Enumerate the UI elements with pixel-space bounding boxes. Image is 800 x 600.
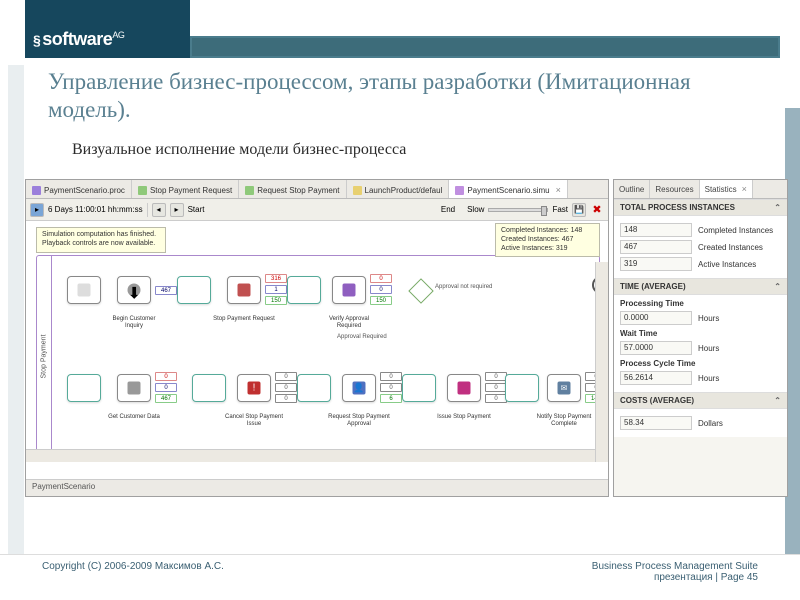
gateway-approval[interactable]	[408, 278, 433, 303]
chevron-up-icon: ⌃	[774, 203, 781, 212]
vertical-scrollbar[interactable]	[595, 262, 608, 462]
slide-header: §softwareAG	[0, 0, 800, 58]
side-tab-strip: Outline Resources Statistics×	[614, 180, 787, 199]
fast-label: Fast	[552, 205, 568, 214]
slide-title: Управление бизнес-процессом, этапы разра…	[48, 68, 752, 123]
processing-time-label: Processing Time	[620, 299, 781, 308]
copyright: Copyright (C) 2006-2009 Максимов А.С.	[42, 561, 224, 594]
close-icon[interactable]: ×	[556, 185, 561, 195]
slow-label: Slow	[467, 205, 484, 214]
stat-active: 319Active Instances	[620, 257, 781, 271]
wait-time-label: Wait Time	[620, 329, 781, 338]
step-verify-approval[interactable]: 0 0 150 Verify Approval Required	[332, 276, 366, 304]
simulation-toolbar: ▸ 6 Days 11:00:01 hh:mm:ss ◂ ▸ Start End…	[26, 199, 608, 221]
gateway-label-not-required: Approval not required	[435, 284, 492, 290]
stat-created: 467Created Instances	[620, 240, 781, 254]
step-progress-5[interactable]	[297, 374, 331, 402]
rewind-button[interactable]: ◂	[152, 203, 166, 217]
step-progress-7[interactable]	[505, 374, 539, 402]
animate-button[interactable]: ▸	[30, 203, 44, 217]
tab-launchproduct[interactable]: LaunchProduct/defaul	[347, 180, 450, 198]
stat-completed: 148Completed Instances	[620, 223, 781, 237]
tab-paymentscenario-proc[interactable]: PaymentScenario.proc	[26, 180, 132, 198]
step-begin-customer-inquiry[interactable]: ⬇ 467 Begin Customer Inquiry	[117, 276, 151, 304]
start-label: Start	[188, 205, 205, 214]
close-icon[interactable]: ×	[742, 184, 747, 194]
process-canvas[interactable]: Simulation computation has finished. Pla…	[26, 221, 608, 479]
tab-paymentscenario-simu[interactable]: PaymentScenario.simu×	[449, 180, 568, 198]
step-issue-stop-payment[interactable]: 0 0 0 Issue Stop Payment	[447, 374, 481, 402]
tooltip-sim-finished: Simulation computation has finished. Pla…	[36, 227, 166, 253]
stop-button[interactable]: ✖	[590, 203, 604, 217]
slide-left-stripe	[8, 65, 24, 556]
sim-clock: 6 Days 11:00:01 hh:mm:ss	[48, 205, 143, 214]
play-button[interactable]: ▸	[170, 203, 184, 217]
section-total-instances[interactable]: TOTAL PROCESS INSTANCES⌃	[614, 199, 787, 216]
step-cancel-stop-payment[interactable]: ! 0 0 0 Cancel Stop Payment Issue	[237, 374, 271, 402]
cycle-time-label: Process Cycle Time	[620, 359, 781, 368]
slide-footer: Copyright (C) 2006-2009 Максимов А.С. Bu…	[0, 554, 800, 600]
end-label: End	[441, 205, 455, 214]
save-button[interactable]: 💾	[572, 203, 586, 217]
pool-label: Stop Payment	[37, 256, 52, 456]
gateway-label-required: Approval Required	[337, 334, 387, 340]
speed-slider[interactable]	[488, 208, 548, 212]
step-notify-complete[interactable]: ✉ 0 0 142 Notify Stop Payment Complete	[547, 374, 581, 402]
section-time-average[interactable]: TIME (AVERAGE)⌃	[614, 278, 787, 295]
tab-request-stop-payment[interactable]: Request Stop Payment	[239, 180, 346, 198]
app-screenshot: PaymentScenario.proc Stop Payment Reques…	[25, 179, 788, 497]
chevron-up-icon: ⌃	[774, 282, 781, 291]
step-progress-4[interactable]	[192, 374, 226, 402]
stat-cost: 58.34Dollars	[620, 416, 781, 430]
step-request-approval[interactable]: 👤 0 0 6 Request Stop Payment Approval	[342, 374, 376, 402]
statistics-pane: Outline Resources Statistics× TOTAL PROC…	[613, 179, 788, 497]
step-progress-6[interactable]	[402, 374, 436, 402]
section-costs-average[interactable]: COSTS (AVERAGE)⌃	[614, 392, 787, 409]
step-start[interactable]	[67, 276, 101, 304]
software-ag-logo: §softwareAG	[33, 29, 124, 50]
step-stop-payment-request[interactable]: 316 1 150 Stop Payment Request	[227, 276, 261, 304]
pool: Stop Payment ⬇ 467 Begin Customer Inquir…	[36, 255, 600, 457]
logo-block: §softwareAG	[25, 0, 190, 58]
tooltip-instances: Completed Instances: 148 Created Instanc…	[495, 223, 600, 257]
slide-subtitle: Визуальное исполнение модели бизнес-проц…	[72, 141, 800, 159]
chevron-up-icon: ⌃	[774, 396, 781, 405]
tab-resources[interactable]: Resources	[650, 180, 699, 198]
step-get-customer-data[interactable]: 0 0 467 Get Customer Data	[117, 374, 151, 402]
canvas-footer-tab[interactable]: PaymentScenario	[26, 479, 608, 496]
tab-outline[interactable]: Outline	[614, 180, 650, 198]
suite-name: Business Process Management Suite	[592, 561, 758, 572]
editor-tab-strip: PaymentScenario.proc Stop Payment Reques…	[26, 180, 608, 199]
step-progress[interactable]	[177, 276, 211, 304]
horizontal-scrollbar[interactable]	[26, 449, 595, 462]
step-progress-3[interactable]	[67, 374, 101, 402]
step-progress-2[interactable]	[287, 276, 321, 304]
tab-statistics[interactable]: Statistics×	[700, 180, 753, 198]
editor-pane: PaymentScenario.proc Stop Payment Reques…	[25, 179, 609, 497]
page-number: презентация | Page 45	[592, 572, 758, 583]
tab-stop-payment-request[interactable]: Stop Payment Request	[132, 180, 239, 198]
